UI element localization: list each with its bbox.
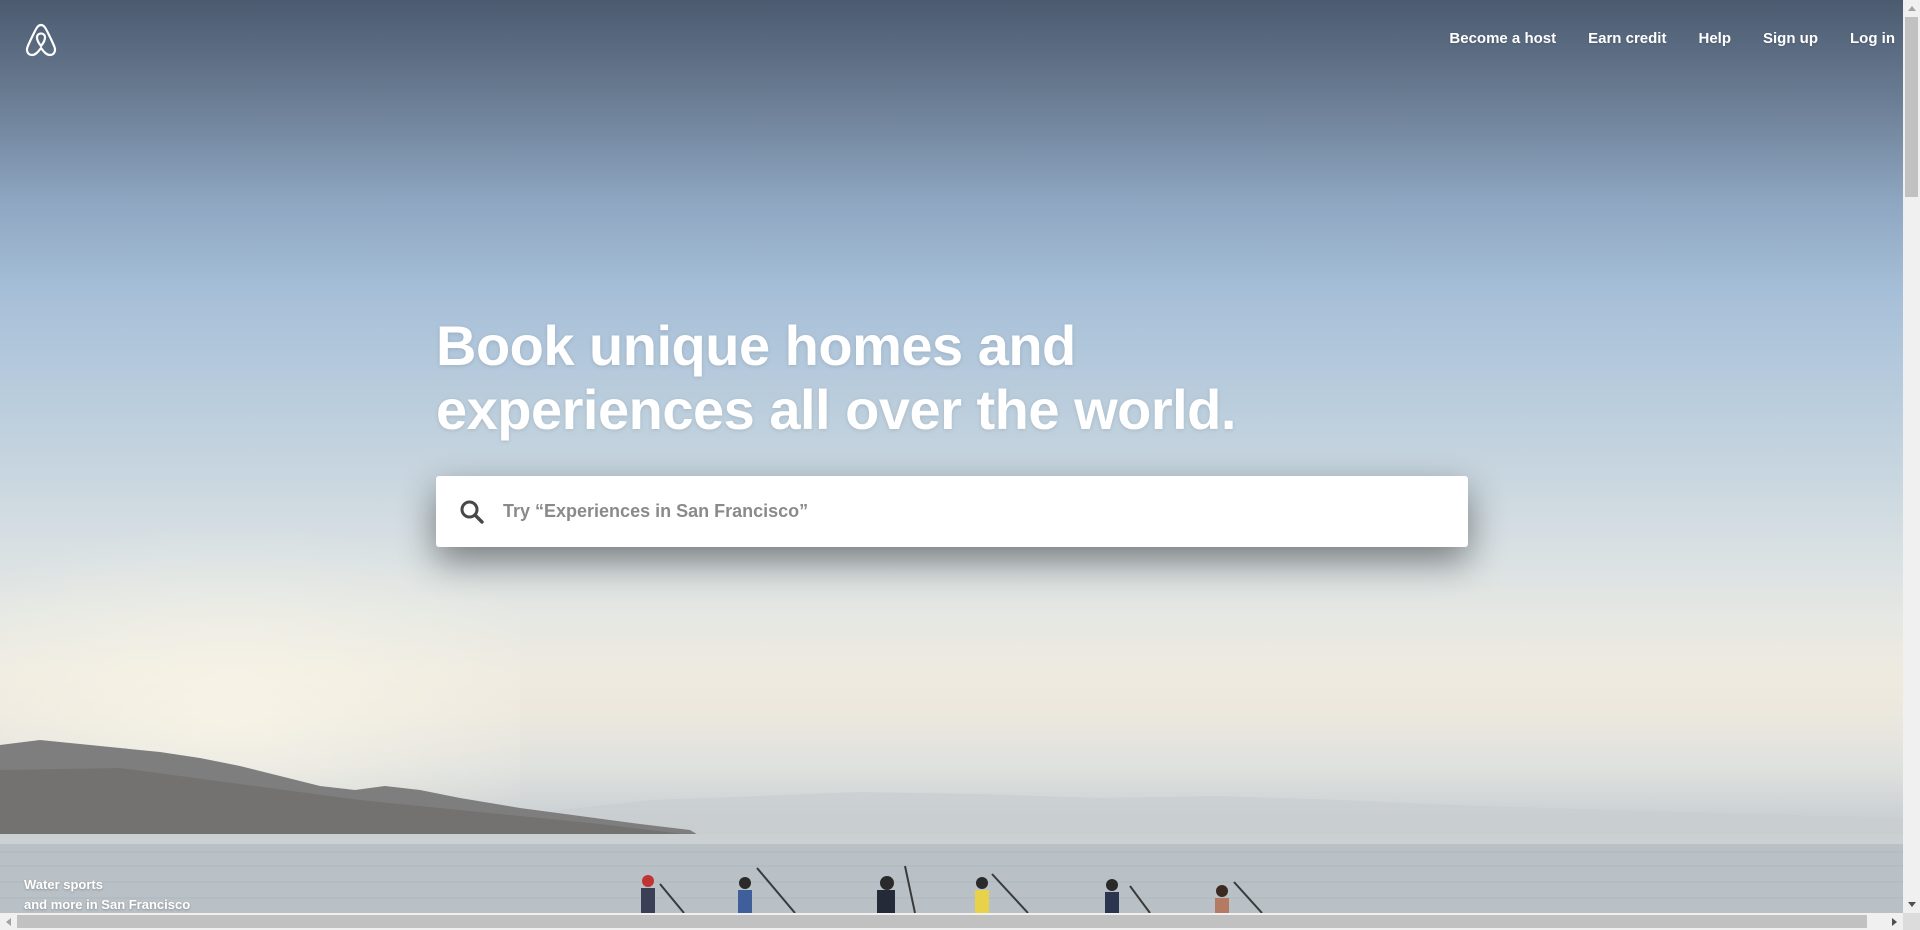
scroll-right-arrow-icon[interactable]: [1886, 913, 1903, 930]
paddler-1: [641, 875, 685, 913]
scroll-left-arrow-icon[interactable]: [0, 913, 17, 930]
scroll-down-arrow-icon[interactable]: [1903, 896, 1920, 913]
scrollbar-corner: [1903, 913, 1920, 930]
scroll-up-arrow-icon[interactable]: [1903, 0, 1920, 17]
sea: [0, 834, 1903, 913]
airbnb-logo-icon[interactable]: [24, 22, 58, 58]
paddler-4: [975, 873, 1029, 913]
nav-help[interactable]: Help: [1698, 26, 1731, 52]
sea-ripples: [0, 851, 1903, 899]
sun-glow: [0, 520, 520, 880]
paddler-6: [1215, 881, 1263, 913]
paddler-2: [738, 867, 796, 913]
distant-hills: [450, 792, 1903, 838]
caption-line-2: and more in San Francisco: [24, 897, 191, 912]
sea-shine: [0, 834, 1903, 844]
hero-title: Book unique homes and experiences all ov…: [436, 314, 1336, 442]
paddler-5: [1105, 879, 1151, 913]
vertical-scrollbar[interactable]: [1903, 0, 1920, 913]
horizontal-scrollbar-thumb[interactable]: [17, 915, 1867, 928]
headland-hill: [0, 740, 700, 836]
search-icon: [459, 499, 485, 525]
nav-links: Become a host Earn credit Help Sign up L…: [1417, 26, 1895, 52]
nav-log-in[interactable]: Log in: [1850, 26, 1895, 52]
hero-title-line-1: Book unique homes and: [436, 314, 1076, 377]
caption-line-1: Water sports: [24, 877, 103, 892]
horizontal-scrollbar[interactable]: [0, 913, 1903, 930]
hero-photo: [0, 740, 1903, 913]
paddleboarders: [641, 865, 1263, 913]
nav-become-a-host[interactable]: Become a host: [1449, 26, 1556, 52]
search-box[interactable]: [436, 476, 1468, 547]
nav-sign-up[interactable]: Sign up: [1763, 26, 1818, 52]
hero-background: Become a host Earn credit Help Sign up L…: [0, 0, 1903, 913]
photo-caption[interactable]: Water sports and more in San Francisco: [24, 875, 190, 913]
search-input[interactable]: [501, 480, 1448, 543]
nav-earn-credit[interactable]: Earn credit: [1588, 26, 1666, 52]
vertical-scrollbar-thumb[interactable]: [1905, 17, 1918, 197]
paddler-3: [877, 865, 916, 913]
headland-shade: [0, 768, 700, 836]
hero-title-line-2: experiences all over the world.: [436, 378, 1236, 441]
top-navigation: Become a host Earn credit Help Sign up L…: [0, 0, 1903, 80]
